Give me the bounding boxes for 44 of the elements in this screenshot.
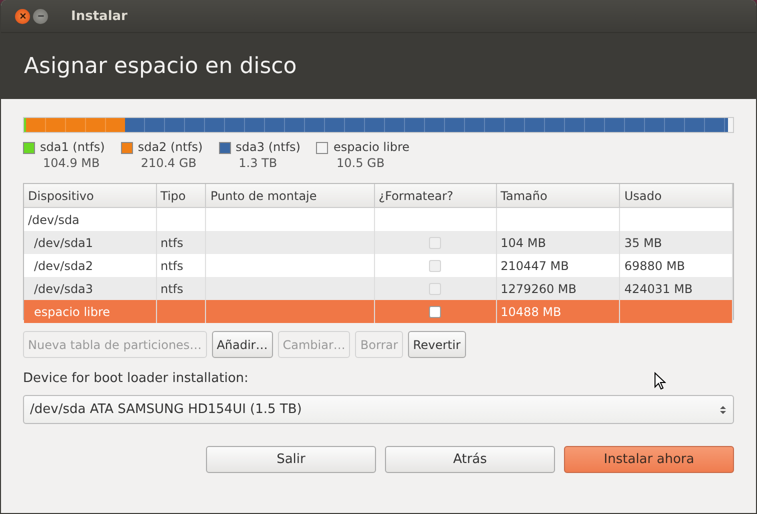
partition-size: 10.5 GB [336,155,386,171]
close-icon [18,12,26,20]
table-button[interactable]: Añadir… [212,331,273,358]
partition-size: 210.4 GB [140,155,198,171]
partition-size: 104.9 MB [43,155,101,171]
table-cell: ntfs [160,282,184,296]
column-header[interactable]: Dispositivo [24,184,156,208]
partition-size: 1.3 TB [238,155,278,171]
table-cell: 210447 MB [500,258,569,272]
table-cell: /dev/sda3 [34,282,94,296]
column-header[interactable]: Tamaño [496,184,620,208]
table-button[interactable]: Revertir [408,331,466,358]
table-cell: 35 MB [624,236,662,250]
device-dropdown[interactable]: /dev/sda ATA SAMSUNG HD154UI (1.5 TB) [23,395,734,424]
dialog-button[interactable]: Instalar ahora [564,446,734,473]
table-cell: ntfs [160,258,184,272]
table-cell: /dev/sda [28,212,80,226]
partition-name: espacio libre [333,139,410,155]
partition-name: sda3 (ntfs) [236,139,300,155]
minimize-button[interactable] [33,8,48,24]
column-header[interactable]: Punto de montaje [206,184,374,208]
updown-icon [719,404,727,416]
table-cell: 10488 MB [500,304,562,318]
format-checkbox[interactable] [429,306,442,318]
partition-name: sda2 (ntfs) [138,139,203,155]
table-cell: /dev/sda1 [34,236,94,250]
table-cell: 69880 MB [624,258,685,272]
table-cell: 1279260 MB [500,282,576,296]
table-cell: /dev/sda2 [34,258,94,272]
table-cell: ntfs [160,236,184,250]
table-cell: 424031 MB [624,282,693,296]
dialog-button[interactable]: Salir [206,446,376,473]
table-cell: 104 MB [500,236,546,250]
window-title: Instalar [71,8,128,24]
column-header[interactable]: Tipo [156,184,206,208]
close-button[interactable] [15,8,30,24]
column-header[interactable]: Usado [620,184,732,208]
column-header[interactable]: ¿Formatear? [374,184,496,208]
mouse-pointer-icon [654,372,666,390]
table-cell: espacio libre [34,304,110,318]
dialog-button[interactable]: Atrás [385,446,555,473]
page-title: Asignar espacio en disco [24,54,297,78]
partition-name: sda1 (ntfs) [40,139,105,155]
field-label: Device for boot loader installation: [23,371,248,386]
